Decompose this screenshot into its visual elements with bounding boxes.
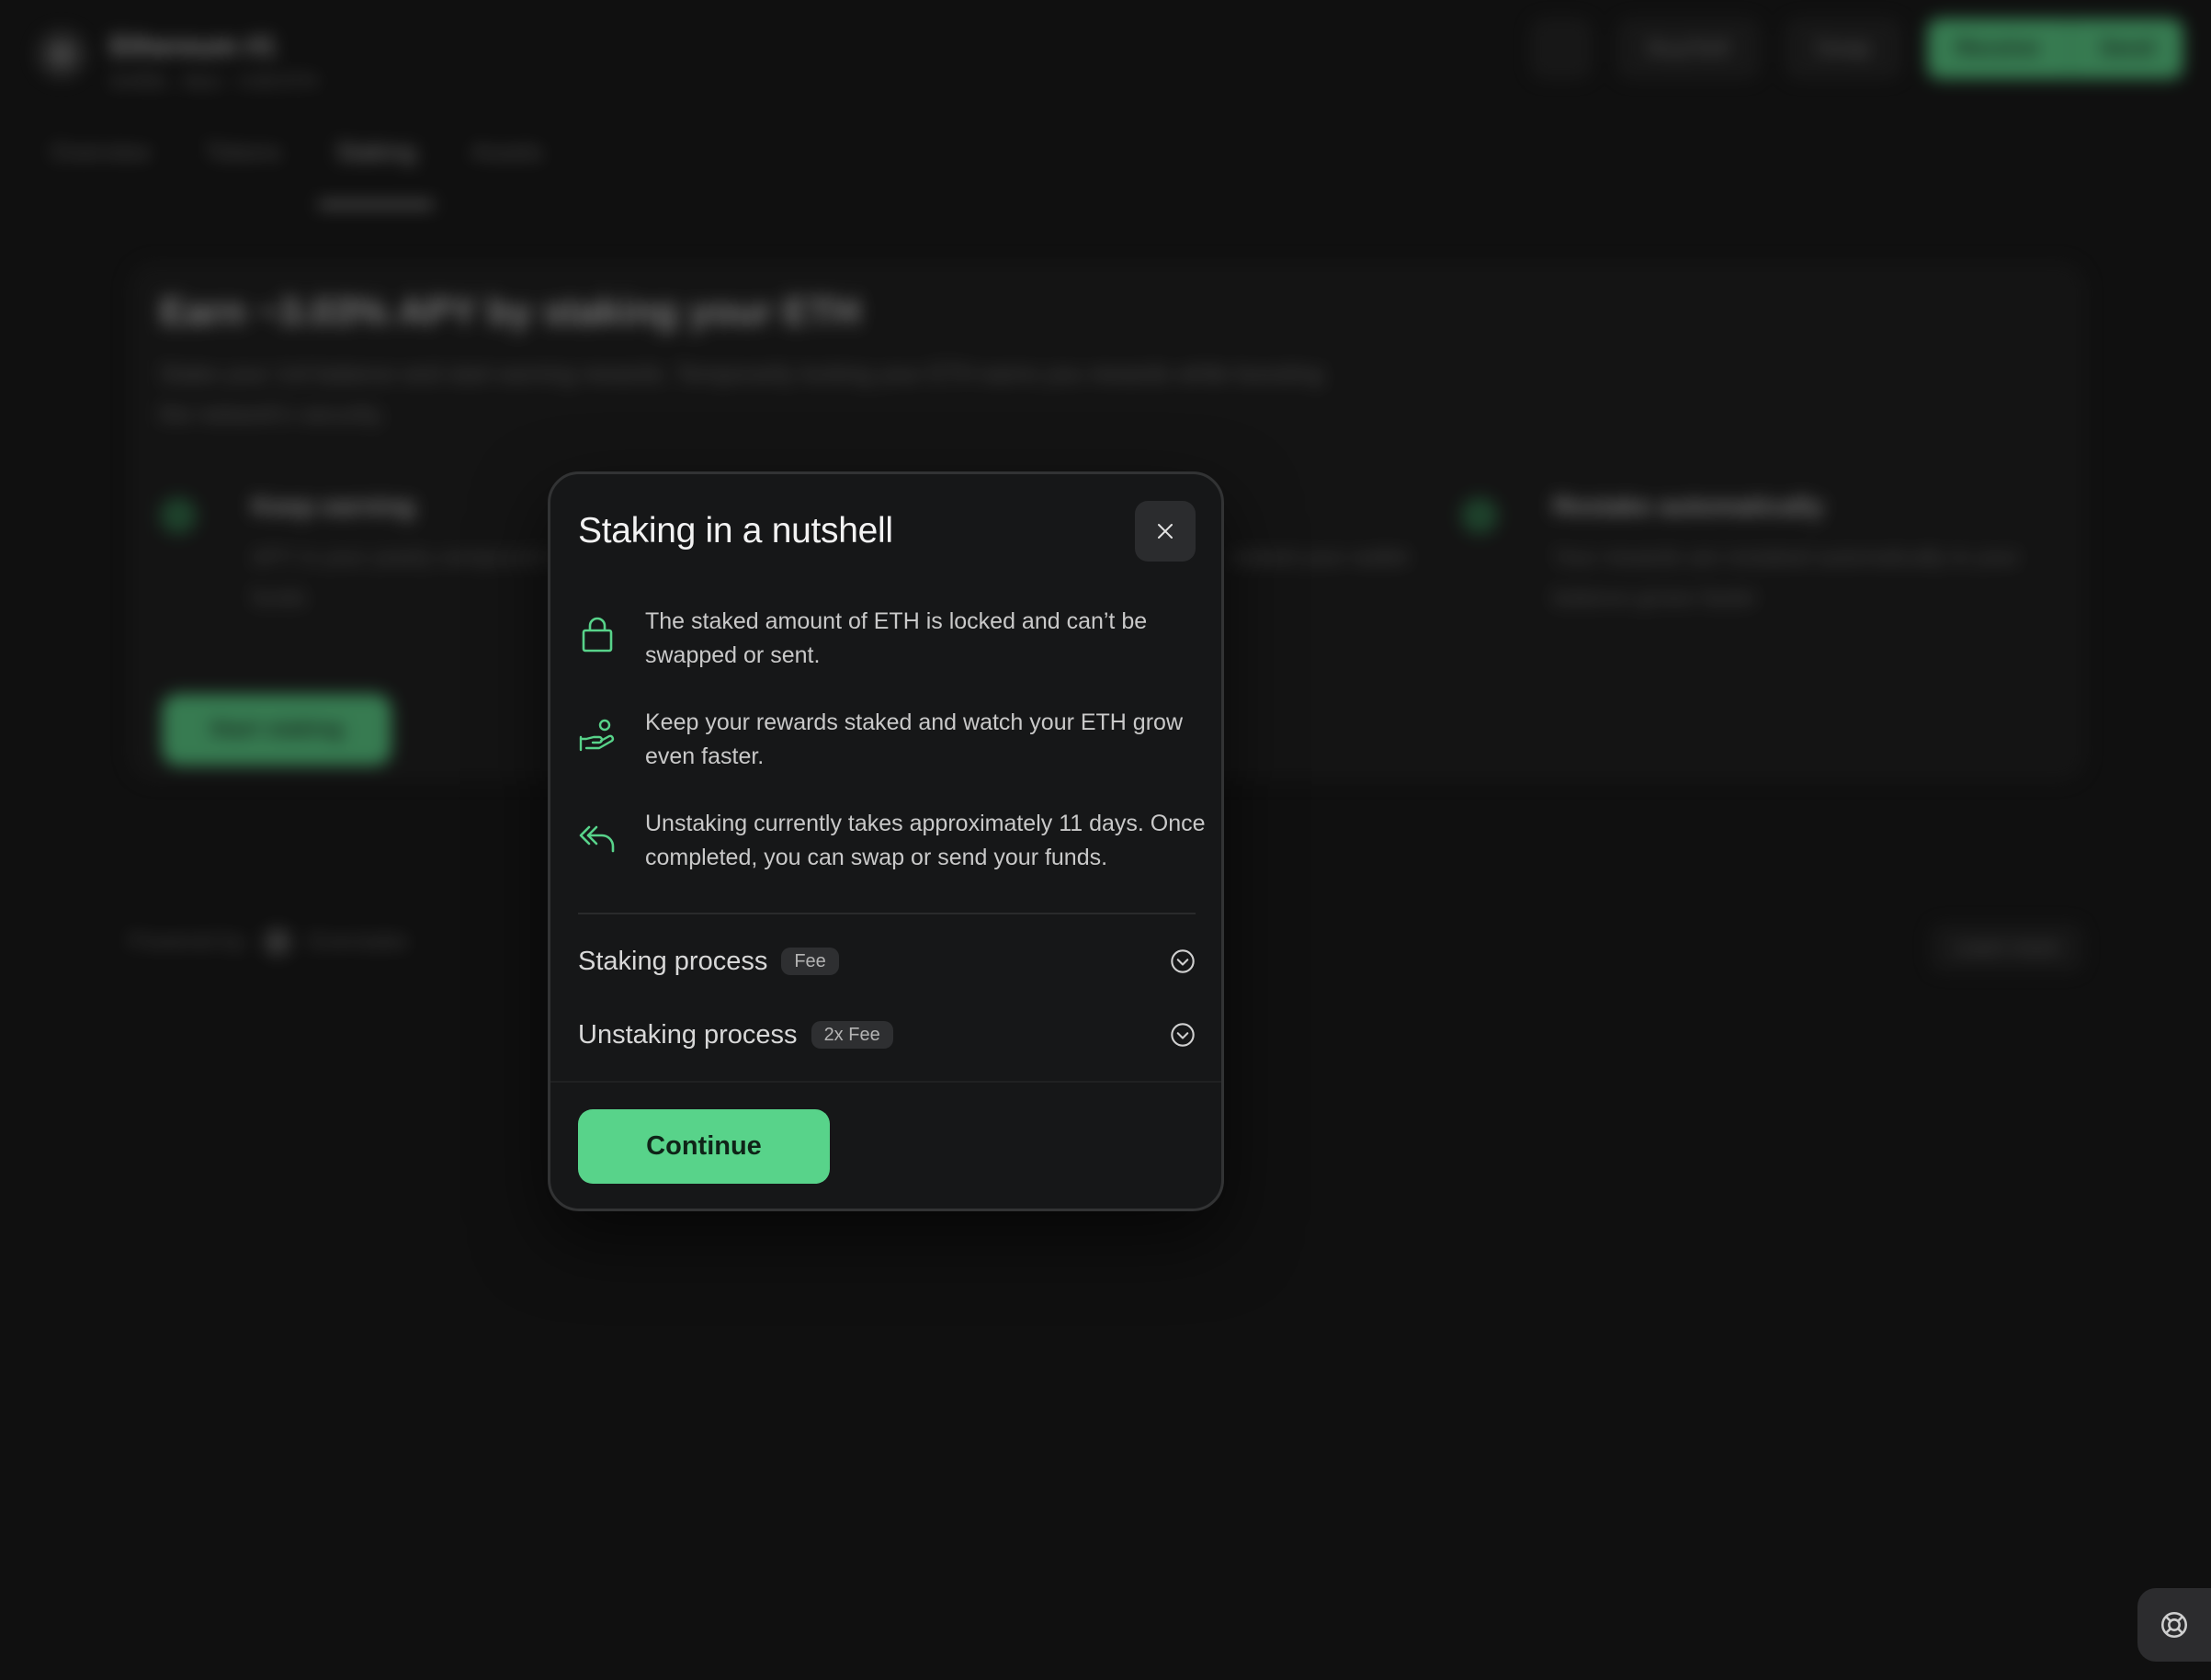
close-icon: [1158, 524, 1173, 539]
feature-title: Restake automatically: [1553, 492, 1824, 520]
buy-sell-button[interactable]: Buy/Sell: [1617, 18, 1760, 79]
chevron-down-icon: [1171, 1023, 1195, 1047]
powered-by-label: Powered by: [129, 929, 245, 954]
modal-title: Staking in a nutshell: [578, 511, 893, 551]
lifebuoy-icon: [2160, 1611, 2188, 1639]
info-points: The staked amount of ETH is locked and c…: [578, 605, 1206, 908]
promo-description: Stake your 1rd balance and start earning…: [160, 361, 1323, 427]
info-point-text: The staked amount of ETH is locked and c…: [645, 608, 1148, 668]
info-point-text: Unstaking currently takes approximately …: [645, 811, 1206, 870]
receive-button[interactable]: Receive: [1926, 18, 2069, 79]
app-tabs: Overview Tokens Staking Assets: [51, 138, 543, 207]
account-subtitle: 0x4f2b…9a1c · 0.00 ETH: [110, 72, 318, 92]
account-avatar[interactable]: [37, 29, 86, 79]
tab-staking[interactable]: Staking: [317, 138, 435, 207]
app-header: Ethereum #1 0x4f2b…9a1c · 0.00 ETH Buy/S…: [28, 17, 2183, 92]
fee-badge: Fee: [781, 948, 839, 975]
footer-divider: [550, 1081, 1221, 1083]
double-arrow-back-icon: [579, 825, 615, 853]
swap-button[interactable]: Swap: [1785, 18, 1901, 79]
promo-title: Earn ~3.03% APY by staking your ETH: [160, 289, 861, 333]
staking-process-accordion[interactable]: Staking process Fee: [578, 934, 1196, 989]
send-button[interactable]: Send: [2069, 18, 2183, 79]
accordion-label: Unstaking process: [578, 1019, 798, 1050]
chevron-down-icon: [1171, 949, 1195, 973]
account-name: Ethereum #1: [110, 31, 277, 62]
feature-desc: Your rewards are restaked automatically …: [1553, 545, 2020, 610]
provider-name: Everstake: [309, 929, 408, 954]
help-button[interactable]: [2137, 1588, 2211, 1662]
tab-overview[interactable]: Overview: [51, 138, 150, 166]
start-staking-button[interactable]: Start staking: [162, 694, 391, 766]
header-actions: Buy/Sell Swap Receive Send: [1531, 18, 2183, 79]
continue-button[interactable]: Continue: [578, 1109, 830, 1184]
feature-icon: [160, 497, 197, 534]
staking-info-modal: Staking in a nutshell The staked amount …: [548, 471, 1224, 1211]
lock-icon: [582, 617, 613, 653]
info-point-locked: The staked amount of ETH is locked and c…: [578, 605, 1203, 706]
tab-tokens[interactable]: Tokens: [205, 138, 280, 166]
tab-assets[interactable]: Assets: [471, 138, 542, 166]
fee-badge: 2x Fee: [811, 1021, 893, 1049]
hand-coins-icon: [579, 719, 615, 752]
feature-title: Keep earning: [252, 492, 415, 520]
close-button[interactable]: [1135, 501, 1196, 562]
provider-logo: [263, 928, 291, 956]
accordion-label: Staking process: [578, 946, 768, 976]
more-button[interactable]: [1531, 18, 1593, 79]
info-point-unstaking: Unstaking currently takes approximately …: [578, 807, 1206, 908]
screen: Ethereum #1 0x4f2b…9a1c · 0.00 ETH Buy/S…: [0, 0, 2211, 1680]
powered-by: Powered by Everstake: [129, 928, 407, 956]
unstaking-process-accordion[interactable]: Unstaking process 2x Fee: [578, 1007, 1196, 1062]
receive-send-group: Receive Send: [1926, 18, 2183, 79]
divider: [578, 913, 1196, 914]
info-point-text: Keep your rewards staked and watch your …: [645, 709, 1183, 769]
feature-icon: [1461, 497, 1498, 534]
info-point-rewards: Keep your rewards staked and watch your …: [578, 706, 1203, 807]
learn-more-link[interactable]: Learn more: [1931, 924, 2082, 971]
